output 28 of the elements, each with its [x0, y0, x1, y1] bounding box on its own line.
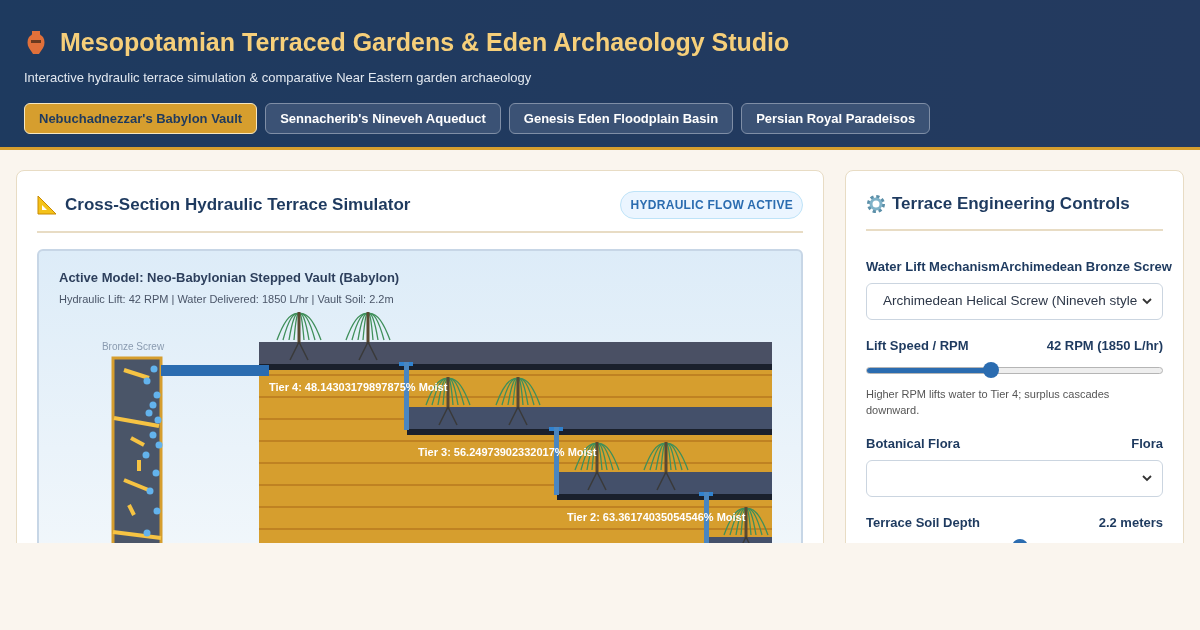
- chevron-icon: [1142, 297, 1152, 305]
- model-stats: Hydraulic Lift: 42 RPM | Water Delivered: 1850 L/hr | Vault Soil: 2.2m: [59, 291, 395, 307]
- tab[interactable]: Nebuchadnezzar's Babylon Vault: [24, 103, 258, 134]
- select-field[interactable]: Archimedean Helical Screw (Nineveh style: [866, 282, 1163, 320]
- app-title: Mesopotamian Terraced Gardens & Eden Archaeology Studio: [60, 27, 790, 58]
- field-reading: 2.2 meters: [1098, 514, 1163, 531]
- field-reading: Flora: [1131, 435, 1163, 452]
- field-label: Water Lift Mechanism: [866, 258, 1000, 275]
- status-badge: HYDRAULIC FLOW ACTIVE: [620, 191, 803, 219]
- select-field[interactable]: [866, 459, 1163, 497]
- slider[interactable]: [866, 361, 1163, 378]
- tab[interactable]: Persian Royal Paradeisos: [741, 103, 931, 134]
- tab[interactable]: Sennacherib's Nineveh Aqueduct: [265, 103, 501, 134]
- field-reading: Archimedean Bronze Screw: [999, 258, 1172, 275]
- field-label: Lift Speed / RPM: [866, 337, 969, 354]
- screw-label: Bronze Screw: [101, 341, 165, 352]
- tab[interactable]: Genesis Eden Floodplain Basin: [508, 103, 734, 134]
- section-title: Cross-Section Hydraulic Terrace Simulator: [65, 194, 411, 217]
- model-title: Active Model: Neo-Babylonian Stepped Vault (Babylon): [59, 269, 401, 287]
- gear-icon: [866, 193, 886, 214]
- field-label: Terrace Soil Depth: [866, 514, 980, 531]
- hint-text: Higher RPM lifts water to Tier 4; surplus cascades downward.: [866, 386, 1111, 418]
- app-subtitle: Interactive hydraulic terrace simulation & comparative Near Eastern garden archaeology: [24, 68, 533, 87]
- field-label: Botanical Flora: [866, 435, 960, 452]
- chevron-icon: [1142, 474, 1152, 482]
- ruler-icon: [37, 195, 57, 215]
- section-title: Terrace Engineering Controls: [892, 193, 1130, 215]
- field-reading: 42 RPM (1850 L/hr): [1046, 337, 1163, 354]
